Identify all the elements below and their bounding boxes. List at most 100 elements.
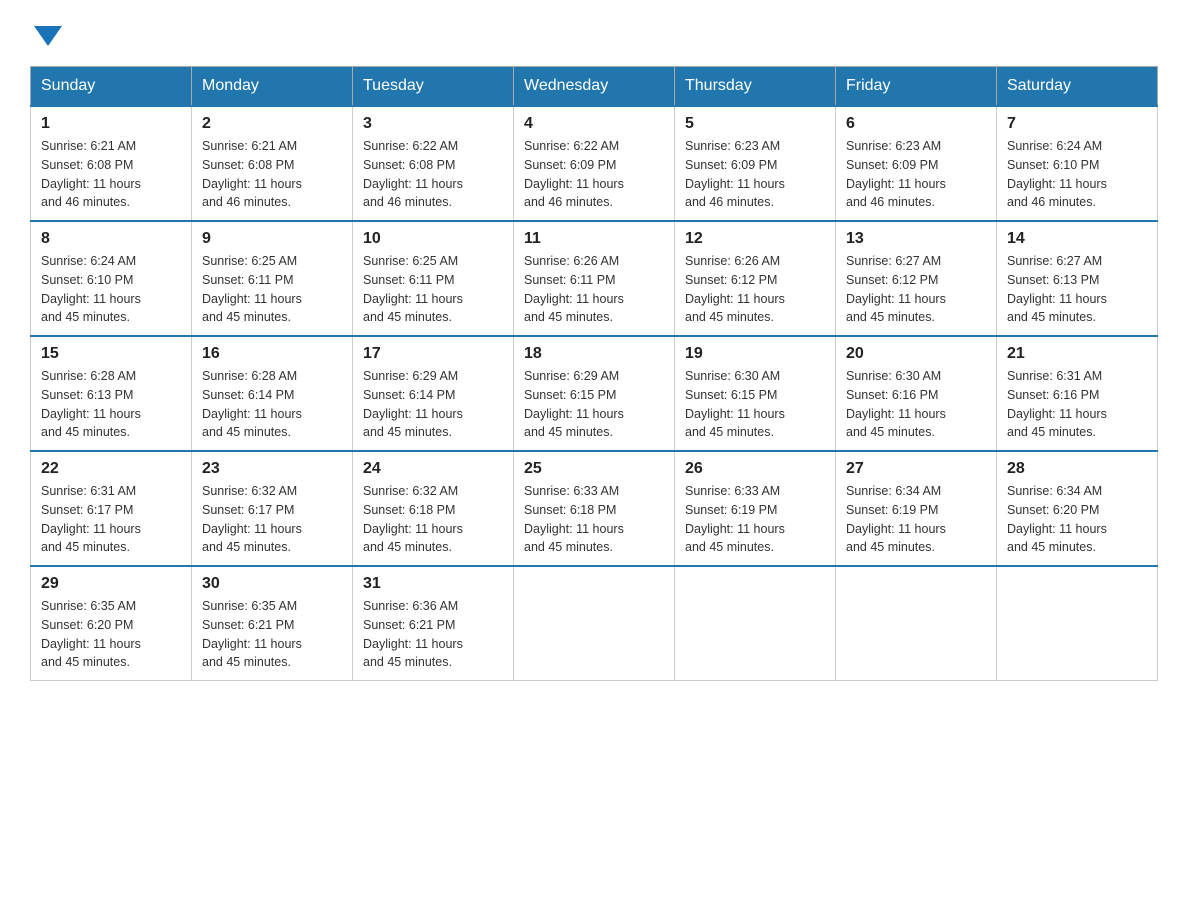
calendar-header-monday: Monday [192,67,353,107]
calendar-cell: 5 Sunrise: 6:23 AM Sunset: 6:09 PM Dayli… [675,106,836,221]
calendar-cell: 21 Sunrise: 6:31 AM Sunset: 6:16 PM Dayl… [997,336,1158,451]
calendar-cell [675,566,836,681]
day-info: Sunrise: 6:27 AM Sunset: 6:13 PM Dayligh… [1007,252,1147,327]
calendar-cell: 20 Sunrise: 6:30 AM Sunset: 6:16 PM Dayl… [836,336,997,451]
day-number: 14 [1007,230,1147,248]
calendar-header-sunday: Sunday [31,67,192,107]
day-info: Sunrise: 6:23 AM Sunset: 6:09 PM Dayligh… [846,137,986,212]
day-info: Sunrise: 6:21 AM Sunset: 6:08 PM Dayligh… [41,137,181,212]
logo-triangle-icon [34,26,62,46]
calendar-cell: 29 Sunrise: 6:35 AM Sunset: 6:20 PM Dayl… [31,566,192,681]
day-number: 20 [846,345,986,363]
day-number: 1 [41,115,181,133]
calendar-header-thursday: Thursday [675,67,836,107]
day-number: 9 [202,230,342,248]
day-info: Sunrise: 6:26 AM Sunset: 6:11 PM Dayligh… [524,252,664,327]
day-number: 11 [524,230,664,248]
calendar-cell: 22 Sunrise: 6:31 AM Sunset: 6:17 PM Dayl… [31,451,192,566]
day-number: 28 [1007,460,1147,478]
calendar-header-tuesday: Tuesday [353,67,514,107]
day-info: Sunrise: 6:35 AM Sunset: 6:20 PM Dayligh… [41,597,181,672]
day-number: 29 [41,575,181,593]
calendar-header-saturday: Saturday [997,67,1158,107]
day-info: Sunrise: 6:24 AM Sunset: 6:10 PM Dayligh… [1007,137,1147,212]
calendar-cell: 24 Sunrise: 6:32 AM Sunset: 6:18 PM Dayl… [353,451,514,566]
day-number: 24 [363,460,503,478]
day-number: 21 [1007,345,1147,363]
day-info: Sunrise: 6:25 AM Sunset: 6:11 PM Dayligh… [363,252,503,327]
calendar-header-row: SundayMondayTuesdayWednesdayThursdayFrid… [31,67,1158,107]
day-info: Sunrise: 6:30 AM Sunset: 6:15 PM Dayligh… [685,367,825,442]
day-number: 13 [846,230,986,248]
calendar-cell: 18 Sunrise: 6:29 AM Sunset: 6:15 PM Dayl… [514,336,675,451]
calendar-cell: 23 Sunrise: 6:32 AM Sunset: 6:17 PM Dayl… [192,451,353,566]
day-number: 25 [524,460,664,478]
calendar-table: SundayMondayTuesdayWednesdayThursdayFrid… [30,66,1158,681]
calendar-cell: 11 Sunrise: 6:26 AM Sunset: 6:11 PM Dayl… [514,221,675,336]
calendar-cell: 2 Sunrise: 6:21 AM Sunset: 6:08 PM Dayli… [192,106,353,221]
day-info: Sunrise: 6:29 AM Sunset: 6:14 PM Dayligh… [363,367,503,442]
day-number: 7 [1007,115,1147,133]
calendar-cell: 4 Sunrise: 6:22 AM Sunset: 6:09 PM Dayli… [514,106,675,221]
calendar-cell [836,566,997,681]
calendar-cell: 7 Sunrise: 6:24 AM Sunset: 6:10 PM Dayli… [997,106,1158,221]
day-number: 19 [685,345,825,363]
calendar-week-row: 15 Sunrise: 6:28 AM Sunset: 6:13 PM Dayl… [31,336,1158,451]
day-number: 27 [846,460,986,478]
logo [30,20,62,46]
day-number: 23 [202,460,342,478]
calendar-cell [514,566,675,681]
calendar-header-friday: Friday [836,67,997,107]
day-info: Sunrise: 6:30 AM Sunset: 6:16 PM Dayligh… [846,367,986,442]
calendar-week-row: 22 Sunrise: 6:31 AM Sunset: 6:17 PM Dayl… [31,451,1158,566]
day-number: 15 [41,345,181,363]
day-info: Sunrise: 6:23 AM Sunset: 6:09 PM Dayligh… [685,137,825,212]
calendar-cell: 12 Sunrise: 6:26 AM Sunset: 6:12 PM Dayl… [675,221,836,336]
calendar-cell: 8 Sunrise: 6:24 AM Sunset: 6:10 PM Dayli… [31,221,192,336]
calendar-cell: 16 Sunrise: 6:28 AM Sunset: 6:14 PM Dayl… [192,336,353,451]
calendar-cell: 17 Sunrise: 6:29 AM Sunset: 6:14 PM Dayl… [353,336,514,451]
day-number: 12 [685,230,825,248]
day-number: 4 [524,115,664,133]
day-number: 30 [202,575,342,593]
day-number: 17 [363,345,503,363]
calendar-cell [997,566,1158,681]
day-number: 26 [685,460,825,478]
day-info: Sunrise: 6:22 AM Sunset: 6:09 PM Dayligh… [524,137,664,212]
day-info: Sunrise: 6:31 AM Sunset: 6:17 PM Dayligh… [41,482,181,557]
day-number: 6 [846,115,986,133]
calendar-header-wednesday: Wednesday [514,67,675,107]
day-number: 22 [41,460,181,478]
calendar-cell: 6 Sunrise: 6:23 AM Sunset: 6:09 PM Dayli… [836,106,997,221]
day-number: 3 [363,115,503,133]
page-header [30,20,1158,46]
day-info: Sunrise: 6:28 AM Sunset: 6:14 PM Dayligh… [202,367,342,442]
day-info: Sunrise: 6:25 AM Sunset: 6:11 PM Dayligh… [202,252,342,327]
calendar-cell: 26 Sunrise: 6:33 AM Sunset: 6:19 PM Dayl… [675,451,836,566]
calendar-cell: 27 Sunrise: 6:34 AM Sunset: 6:19 PM Dayl… [836,451,997,566]
calendar-cell: 25 Sunrise: 6:33 AM Sunset: 6:18 PM Dayl… [514,451,675,566]
day-info: Sunrise: 6:31 AM Sunset: 6:16 PM Dayligh… [1007,367,1147,442]
day-info: Sunrise: 6:21 AM Sunset: 6:08 PM Dayligh… [202,137,342,212]
calendar-cell: 19 Sunrise: 6:30 AM Sunset: 6:15 PM Dayl… [675,336,836,451]
day-number: 18 [524,345,664,363]
calendar-cell: 15 Sunrise: 6:28 AM Sunset: 6:13 PM Dayl… [31,336,192,451]
day-number: 5 [685,115,825,133]
day-info: Sunrise: 6:33 AM Sunset: 6:19 PM Dayligh… [685,482,825,557]
day-info: Sunrise: 6:24 AM Sunset: 6:10 PM Dayligh… [41,252,181,327]
day-number: 10 [363,230,503,248]
day-info: Sunrise: 6:28 AM Sunset: 6:13 PM Dayligh… [41,367,181,442]
logo-text [30,20,62,46]
calendar-cell: 28 Sunrise: 6:34 AM Sunset: 6:20 PM Dayl… [997,451,1158,566]
day-info: Sunrise: 6:29 AM Sunset: 6:15 PM Dayligh… [524,367,664,442]
calendar-cell: 1 Sunrise: 6:21 AM Sunset: 6:08 PM Dayli… [31,106,192,221]
day-info: Sunrise: 6:33 AM Sunset: 6:18 PM Dayligh… [524,482,664,557]
calendar-cell: 30 Sunrise: 6:35 AM Sunset: 6:21 PM Dayl… [192,566,353,681]
day-number: 2 [202,115,342,133]
day-info: Sunrise: 6:27 AM Sunset: 6:12 PM Dayligh… [846,252,986,327]
day-number: 31 [363,575,503,593]
calendar-cell: 9 Sunrise: 6:25 AM Sunset: 6:11 PM Dayli… [192,221,353,336]
calendar-cell: 31 Sunrise: 6:36 AM Sunset: 6:21 PM Dayl… [353,566,514,681]
calendar-cell: 13 Sunrise: 6:27 AM Sunset: 6:12 PM Dayl… [836,221,997,336]
calendar-cell: 3 Sunrise: 6:22 AM Sunset: 6:08 PM Dayli… [353,106,514,221]
